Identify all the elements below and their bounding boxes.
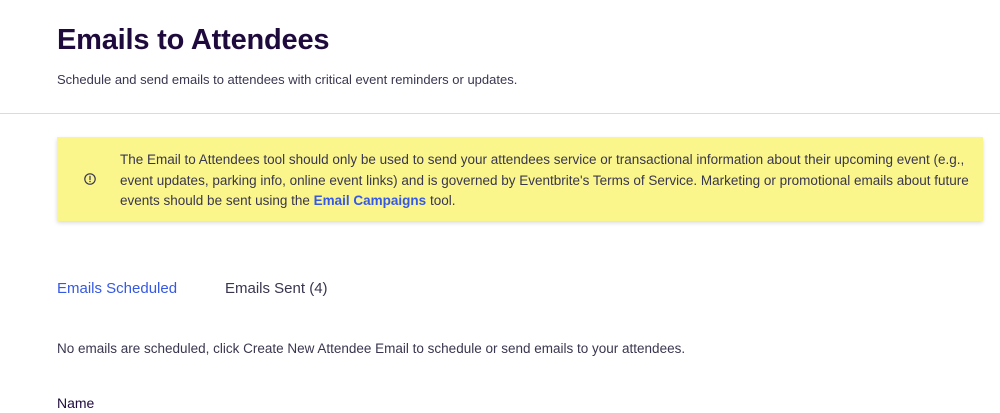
notice-text-tail: tool. [426, 193, 456, 208]
page-title: Emails to Attendees [57, 24, 330, 56]
tab-emails-scheduled[interactable]: Emails Scheduled [57, 280, 177, 297]
tab-emails-sent[interactable]: Emails Sent (4) [225, 280, 328, 297]
info-circle-icon [84, 172, 96, 185]
compliance-notice-banner: The Email to Attendees tool should only … [57, 137, 983, 221]
page-header: Emails to Attendees Schedule and send em… [0, 0, 1000, 114]
notice-text-body: The Email to Attendees tool should only … [120, 152, 969, 208]
empty-state-message: No emails are scheduled, click Create Ne… [57, 341, 686, 356]
page-subtitle: Schedule and send emails to attendees wi… [57, 72, 518, 87]
email-campaigns-link[interactable]: Email Campaigns [314, 193, 427, 208]
notice-text: The Email to Attendees tool should only … [120, 150, 980, 212]
column-header-name: Name [57, 395, 95, 411]
